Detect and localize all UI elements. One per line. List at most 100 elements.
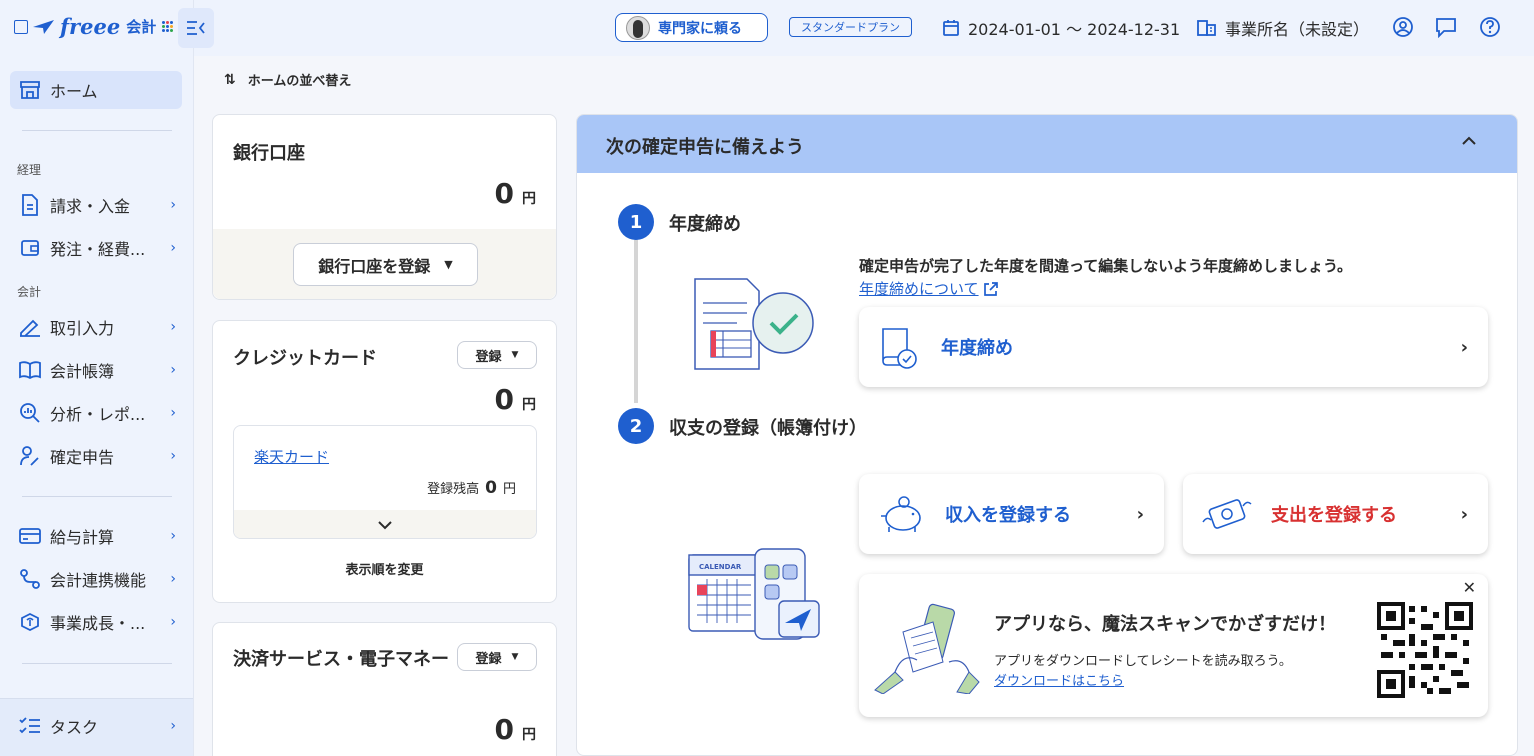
sidebar-collapse-button[interactable] (178, 8, 214, 48)
step2-title: 収支の登録（帳簿付け） (669, 418, 867, 439)
closed-book-icon (882, 328, 917, 369)
link-nodes-icon (18, 567, 42, 591)
year-end-close-label: 年度締め (941, 338, 1013, 359)
sidebar-item-label: 確定申告 (50, 448, 115, 467)
panel-header[interactable]: 次の確定申告に備えよう (577, 115, 1517, 173)
sidebar-item-tax-return[interactable]: 確定申告 › (10, 437, 182, 475)
store-icon (18, 78, 42, 102)
calendar-phone-illustration: CALENDAR (688, 548, 820, 640)
credit-register-button[interactable]: 登録 ▼ (457, 341, 537, 369)
change-order-button[interactable]: 表示順を変更 (213, 559, 556, 578)
sidebar-item-expense[interactable]: 発注・経費... › (10, 229, 182, 267)
chevron-right-icon: › (170, 405, 176, 421)
chevron-right-icon: › (170, 528, 176, 544)
step-number-1: 1 (618, 204, 654, 240)
payment-service-card: 決済サービス・電子マネー 登録 ▼ 0 円 (212, 622, 557, 756)
chevron-right-icon: › (170, 362, 176, 378)
sidebar-item-analysis[interactable]: 分析・レポ... › (10, 394, 182, 432)
fiscal-period-text: 2024-01-01 〜 2024-12-31 (968, 20, 1181, 39)
sidebar-item-label: 会計連携機能 (50, 571, 147, 590)
document-check-illustration (694, 278, 814, 370)
chevron-up-icon[interactable] (1461, 131, 1477, 150)
wallet-icon (18, 236, 42, 260)
app-promo-title: アプリなら、魔法スキャンでかざすだけ！ (994, 614, 1336, 635)
credit-card-title: クレジットカード (233, 348, 377, 369)
bank-account-card: 銀行口座 0 円 銀行口座を登録 ▼ (212, 114, 557, 300)
sidebar-item-task[interactable]: タスク › (10, 707, 182, 745)
calendar-icon (943, 20, 959, 36)
sidebar-item-payroll[interactable]: 給与計算 › (10, 517, 182, 555)
chevron-right-icon: › (170, 718, 176, 734)
sort-arrows-icon: ⇅ (224, 71, 236, 88)
chevron-right-icon: › (170, 240, 176, 256)
card-icon (18, 524, 42, 548)
balance-unit: 円 (502, 482, 516, 497)
external-link-icon (983, 281, 998, 296)
section-label-accounting-ops: 経理 (17, 163, 42, 177)
chevron-right-icon: › (170, 319, 176, 335)
calendar-label: CALENDAR (699, 563, 742, 571)
phone-scan-illustration (874, 603, 980, 694)
rakuten-card-link[interactable]: 楽天カード (254, 446, 329, 467)
close-icon[interactable]: ✕ (1463, 578, 1476, 597)
step-number-2: 2 (618, 408, 654, 444)
sidebar-item-label: 分析・レポ... (50, 405, 146, 424)
expert-avatar (626, 15, 650, 40)
expert-button[interactable]: 専門家に頼る (615, 13, 768, 42)
sidebar-item-label: 発注・経費... (50, 240, 146, 259)
checklist-icon (18, 714, 42, 738)
sidebar-item-transactions[interactable]: 取引入力 › (10, 308, 182, 346)
payment-card-title: 決済サービス・電子マネー (233, 649, 449, 670)
sprout-icon (18, 610, 42, 634)
sidebar-item-integrations[interactable]: 会計連携機能 › (10, 560, 182, 598)
freee-logo[interactable]: freee 会計 (14, 14, 174, 39)
building-icon (1197, 20, 1216, 36)
sidebar-item-label: 会計帳簿 (50, 362, 115, 381)
app-promo-description: アプリをダウンロードしてレシートを読み取ろう。 (994, 654, 1292, 669)
expand-card-button[interactable] (234, 510, 536, 538)
register-income-label: 収入を登録する (945, 505, 1071, 526)
money-wings-icon (1202, 499, 1252, 529)
home-sort-button[interactable]: ⇅ ホームの並べ替え (224, 70, 352, 90)
sidebar-item-invoice[interactable]: 請求・入金 › (10, 186, 182, 224)
home-sort-label: ホームの並べ替え (247, 74, 352, 89)
register-expense-button[interactable]: 支出を登録する › (1183, 474, 1488, 554)
year-end-close-button[interactable]: 年度締め › (859, 307, 1488, 387)
expert-button-label: 専門家に頼る (658, 20, 742, 37)
chat-icon[interactable] (1434, 15, 1458, 39)
year-end-help-link[interactable]: 年度締めについて (859, 278, 999, 299)
credit-amount: 0 円 (495, 383, 536, 416)
step1-title: 年度締め (669, 214, 741, 235)
office-selector[interactable]: 事業所名（未設定） (1197, 16, 1369, 40)
pen-icon (18, 315, 42, 339)
sidebar-item-books[interactable]: 会計帳簿 › (10, 351, 182, 389)
payment-amount: 0 円 (495, 713, 536, 746)
caret-down-icon: ▼ (444, 258, 453, 271)
account-icon[interactable] (1391, 15, 1415, 39)
registered-balance: 登録残高 0 円 (427, 478, 516, 498)
fiscal-period-selector[interactable]: 2024-01-01 〜 2024-12-31 (942, 16, 1180, 40)
collapse-menu-icon (187, 21, 205, 35)
sidebar-item-home[interactable]: ホーム (10, 71, 182, 109)
register-income-button[interactable]: 収入を登録する › (859, 474, 1164, 554)
bank-amount-value: 0 (494, 177, 514, 210)
credit-card-card: クレジットカード 登録 ▼ 0 円 楽天カード 登録残高 0 円 表示順を変更 (212, 320, 557, 603)
chevron-right-icon: › (170, 571, 176, 587)
person-pen-icon (18, 444, 42, 468)
chevron-right-icon: › (170, 448, 176, 464)
payment-register-button[interactable]: 登録 ▼ (457, 643, 537, 671)
step-connector (634, 235, 638, 403)
brand-dots-icon (162, 21, 174, 32)
qr-code (1377, 602, 1473, 698)
balance-value: 0 (485, 478, 497, 498)
register-bank-button[interactable]: 銀行口座を登録 ▼ (293, 243, 478, 286)
sidebar-item-growth[interactable]: 事業成長・... › (10, 603, 182, 641)
topbar: 専門家に頼る スタンダードプラン 2024-01-01 〜 2024-12-31… (194, 0, 1534, 56)
payment-register-label: 登録 (475, 651, 502, 667)
year-end-help-link-text: 年度締めについて (859, 280, 979, 298)
step1-description: 確定申告が完了した年度を間違って編集しないよう年度締めしましょう。 (859, 257, 1353, 275)
credit-register-label: 登録 (475, 349, 502, 365)
help-icon[interactable] (1478, 15, 1502, 39)
bank-amount-unit: 円 (522, 191, 536, 207)
app-download-link[interactable]: ダウンロードはこちら (994, 670, 1124, 689)
